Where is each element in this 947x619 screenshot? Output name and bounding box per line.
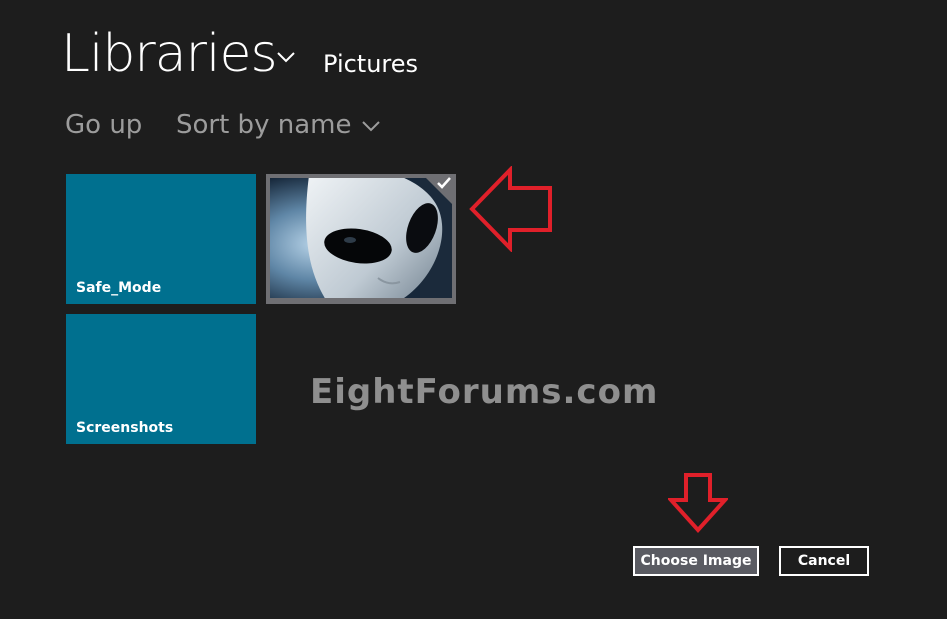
image-tile-selected[interactable] [266, 174, 456, 304]
cancel-button[interactable]: Cancel [779, 546, 869, 576]
chevron-down-icon[interactable] [276, 50, 296, 64]
chevron-down-icon [362, 120, 381, 131]
choose-image-button[interactable]: Choose Image [633, 546, 759, 576]
folder-label: Screenshots [76, 420, 174, 436]
folder-tile-screenshots[interactable]: Screenshots [66, 314, 256, 444]
sort-label: Sort by name [176, 110, 352, 140]
folder-tile-safe-mode[interactable]: Safe_Mode [66, 174, 256, 304]
arrow-down-icon [668, 473, 728, 533]
go-up-button[interactable]: Go up [65, 106, 142, 144]
arrow-left-icon [469, 166, 552, 252]
check-icon [437, 177, 451, 189]
subfolder-title: Pictures [323, 50, 419, 78]
folder-label: Safe_Mode [76, 280, 162, 296]
library-title[interactable]: Libraries [61, 22, 278, 86]
sort-dropdown[interactable]: Sort by name [176, 106, 381, 144]
watermark: EightForums.com [310, 372, 659, 412]
